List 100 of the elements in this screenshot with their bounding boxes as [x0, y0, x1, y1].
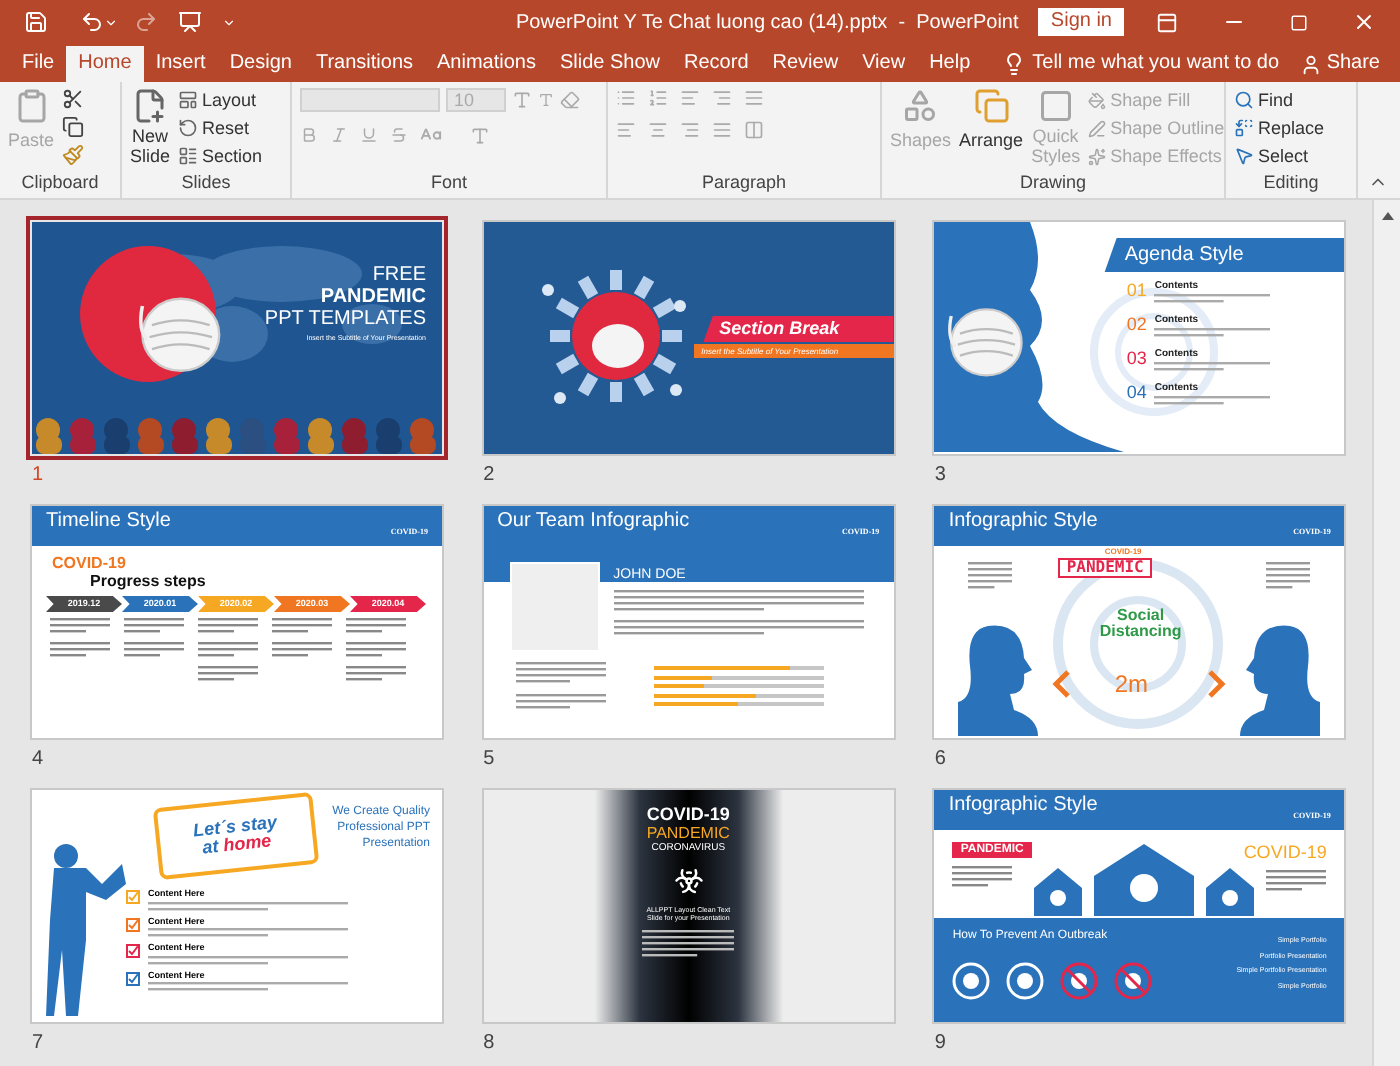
prevention-icon [1006, 962, 1045, 1000]
strikethrough-icon[interactable] [390, 126, 408, 144]
group-label: Slides [179, 174, 233, 196]
replace-icon [1234, 118, 1254, 138]
body-text-lines [346, 642, 406, 660]
photo-placeholder [509, 562, 600, 652]
section-title: Section Break [719, 320, 840, 338]
slides-command[interactable]: Reset [178, 116, 263, 140]
ribbon-tab[interactable]: Review [760, 46, 851, 82]
center-text-line: Distancing [1099, 624, 1182, 640]
pen-icon [1088, 119, 1107, 137]
ribbon-tab[interactable]: File [10, 46, 67, 82]
slide-number: 1 [32, 466, 46, 486]
silhouette-drawing [1240, 622, 1321, 736]
columns-icon[interactable] [744, 120, 764, 140]
indent-icon[interactable] [680, 88, 700, 108]
reset-icon [178, 118, 199, 138]
slide-title: Infographic Style [948, 796, 1098, 816]
ribbon-tab[interactable]: Home [66, 46, 144, 82]
chevron-icon [1052, 670, 1071, 698]
clear-format-icon[interactable] [560, 90, 580, 110]
cover-title-line: PANDEMIC [320, 288, 426, 308]
agenda-number: 02 [1126, 316, 1147, 334]
body-text-lines [1154, 294, 1271, 306]
font-name-field[interactable] [300, 88, 440, 112]
editing-command[interactable]: Replace [1234, 116, 1325, 140]
person-icon [1300, 53, 1323, 75]
body-text-lines [642, 929, 735, 960]
presentation-icon[interactable] [178, 10, 202, 34]
caret-icon[interactable] [222, 15, 236, 29]
align-center-icon[interactable] [648, 120, 668, 140]
scrollbar[interactable] [1372, 200, 1400, 1066]
share-button[interactable]: Share [1300, 50, 1380, 78]
ribbon-tab[interactable]: Insert [143, 46, 218, 82]
cut-icon[interactable] [62, 88, 85, 110]
body-text-lines [124, 642, 184, 660]
clipboard-icon [13, 88, 49, 124]
pandemic-stamp: PANDEMIC [1058, 558, 1152, 578]
underline-icon[interactable] [360, 126, 378, 144]
body-text-lines [515, 662, 606, 686]
slide-number: 8 [483, 1034, 497, 1054]
body-text-lines [198, 642, 258, 660]
shrink-font-icon[interactable] [538, 92, 554, 108]
body-text-lines [50, 618, 110, 636]
slides-command[interactable]: Section [178, 144, 263, 168]
undo-icon[interactable] [80, 10, 104, 34]
body-text-lines [124, 618, 184, 636]
align-right-icon[interactable] [680, 120, 700, 140]
align-left-icon[interactable] [616, 120, 636, 140]
ribbon-tab[interactable]: Animations [425, 46, 548, 82]
italic-icon[interactable] [330, 126, 348, 144]
body-text-lines [198, 618, 258, 636]
slide-number: 3 [934, 466, 948, 486]
ribbon-tab[interactable]: Help [917, 46, 983, 82]
group-label: Font [428, 174, 469, 196]
body-text-lines [50, 642, 110, 660]
ribbon-display-icon[interactable] [1156, 11, 1178, 33]
ribbon-tab[interactable]: Transitions [303, 46, 426, 82]
slide-title: Our Team Infographic [497, 512, 690, 532]
numbering-icon[interactable] [648, 88, 668, 108]
slide-number: 9 [934, 1034, 948, 1054]
restore-icon[interactable] [1290, 13, 1308, 31]
body-text-lines [272, 642, 332, 660]
save-icon[interactable] [24, 10, 48, 34]
ribbon-tab[interactable]: View [850, 46, 918, 82]
change-case-icon[interactable] [420, 124, 442, 146]
line-spacing-icon[interactable] [744, 88, 764, 108]
bullets-icon[interactable] [616, 88, 636, 108]
sparkles-icon [1088, 147, 1107, 165]
slide-number: 2 [483, 466, 497, 486]
lightbulb-icon [1002, 52, 1027, 76]
bold-icon[interactable] [300, 126, 318, 144]
editing-command[interactable]: Find [1234, 88, 1325, 112]
copy-icon[interactable] [62, 116, 85, 138]
biohazard-icon [673, 866, 704, 896]
caret-icon[interactable] [104, 15, 118, 29]
ribbon-tab[interactable]: Record [672, 46, 761, 82]
sign-in-button[interactable]: Sign in [1038, 8, 1124, 36]
scroll-up-icon[interactable] [1379, 208, 1395, 224]
justify-icon[interactable] [712, 120, 732, 140]
arrange-button[interactable]: Arrange [959, 88, 1024, 174]
timeline-heading: COVID-19 [52, 556, 128, 572]
tell-me-field[interactable]: Tell me what you want to do [1032, 54, 1280, 74]
body-text-lines [272, 618, 332, 636]
font-color-icon[interactable] [470, 125, 490, 145]
ribbon-tab[interactable]: Slide Show [547, 46, 673, 82]
editing-command[interactable]: Select [1234, 144, 1325, 168]
new-slide-button[interactable]: New Slide [130, 88, 171, 174]
outdent-icon[interactable] [712, 88, 732, 108]
new-slide-icon [132, 88, 168, 124]
slides-command[interactable]: Layout [178, 88, 263, 112]
chevron-icon [1208, 670, 1227, 698]
ribbon-tab[interactable]: Design [217, 46, 304, 82]
cursor-icon [1234, 146, 1254, 166]
body-text-lines [1266, 562, 1311, 592]
grow-font-icon[interactable] [512, 90, 532, 110]
window-title: PowerPoint Y Te Chat luong cao (14).pptx - PowerPoint [516, 9, 1019, 37]
prevention-icon [1060, 962, 1099, 1000]
close-icon[interactable] [1352, 10, 1376, 34]
slide-number: 4 [32, 750, 46, 770]
